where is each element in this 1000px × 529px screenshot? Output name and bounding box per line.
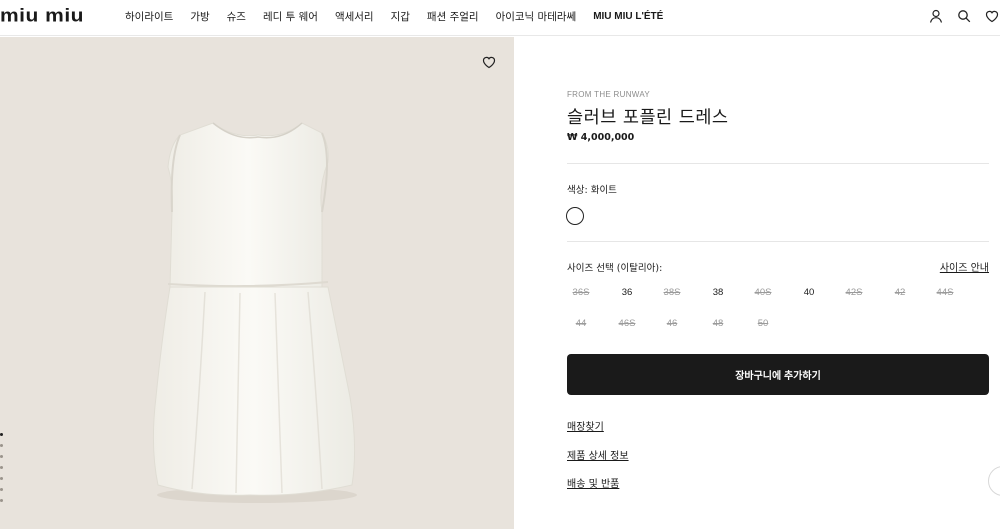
size-option[interactable]: 48 <box>698 318 738 329</box>
nav-item-miu-miu-ete[interactable]: MIU MIU L'ÉTÉ <box>593 10 663 24</box>
size-option[interactable]: 40S <box>743 287 783 298</box>
heart-icon[interactable] <box>984 8 1000 24</box>
size-option[interactable]: 38S <box>652 287 692 298</box>
product-image <box>152 122 357 503</box>
divider <box>567 241 989 242</box>
site-header: miu miu 하이라이트 가방 슈즈 레디 투 웨어 액세서리 지갑 패션 주… <box>0 0 1000 36</box>
size-option[interactable]: 42 <box>880 287 920 298</box>
product-price: ₩ 4,000,000 <box>567 132 635 143</box>
nav-item-accessories[interactable]: 액세서리 <box>335 10 374 24</box>
nav-item-shoes[interactable]: 슈즈 <box>227 10 246 24</box>
gallery-dot[interactable] <box>0 477 3 480</box>
divider <box>567 163 989 164</box>
size-option[interactable]: 38 <box>698 287 738 298</box>
size-option[interactable]: 36S <box>561 287 601 298</box>
gallery-dot[interactable] <box>0 444 3 447</box>
shipping-returns-link[interactable]: 배송 및 반품 <box>567 475 619 490</box>
size-option[interactable]: 46S <box>607 318 647 329</box>
gallery-dot[interactable] <box>0 433 3 436</box>
color-swatch-white[interactable] <box>566 207 584 225</box>
gallery-pagination <box>0 433 3 502</box>
nav-item-ready-to-wear[interactable]: 레디 투 웨어 <box>263 10 318 24</box>
size-option[interactable]: 44S <box>925 287 965 298</box>
gallery-dot[interactable] <box>0 466 3 469</box>
gallery-dot[interactable] <box>0 455 3 458</box>
size-option[interactable]: 50 <box>743 318 783 329</box>
size-guide-link[interactable]: 사이즈 안내 <box>940 259 989 274</box>
user-icon[interactable] <box>928 8 944 24</box>
product-details-link[interactable]: 제품 상세 정보 <box>567 447 629 462</box>
wishlist-heart-icon[interactable] <box>481 54 497 70</box>
header-actions <box>928 8 1000 24</box>
brand-logo[interactable]: miu miu <box>0 6 84 26</box>
add-to-cart-button[interactable]: 장바구니에 추가하기 <box>567 354 989 395</box>
size-option[interactable]: 40 <box>789 287 829 298</box>
size-option[interactable]: 44 <box>561 318 601 329</box>
size-option[interactable]: 46 <box>652 318 692 329</box>
product-eyebrow: FROM THE RUNWAY <box>567 90 651 99</box>
size-label: 사이즈 선택 (이탈리아): <box>567 263 663 274</box>
gallery-dot[interactable] <box>0 488 3 491</box>
size-option[interactable]: 42S <box>834 287 874 298</box>
gallery-dot[interactable] <box>0 499 3 502</box>
main-nav: 하이라이트 가방 슈즈 레디 투 웨어 액세서리 지갑 패션 주얼리 아이코닉 … <box>125 10 663 24</box>
nav-item-highlights[interactable]: 하이라이트 <box>125 10 173 24</box>
size-option[interactable]: 36 <box>607 287 647 298</box>
search-icon[interactable] <box>956 8 972 24</box>
product-title: 슬러브 포플린 드레스 <box>567 108 729 128</box>
chat-button[interactable] <box>988 466 1000 496</box>
nav-item-iconic-matelasse[interactable]: 아이코닉 마테라쎄 <box>496 10 577 24</box>
nav-item-bags[interactable]: 가방 <box>190 10 209 24</box>
nav-item-wallets[interactable]: 지갑 <box>391 10 410 24</box>
product-gallery[interactable] <box>0 37 514 529</box>
store-locator-link[interactable]: 매장찾기 <box>567 418 604 433</box>
color-label: 색상: 화이트 <box>567 185 617 196</box>
nav-item-fashion-jewelry[interactable]: 패션 주얼리 <box>427 10 479 24</box>
